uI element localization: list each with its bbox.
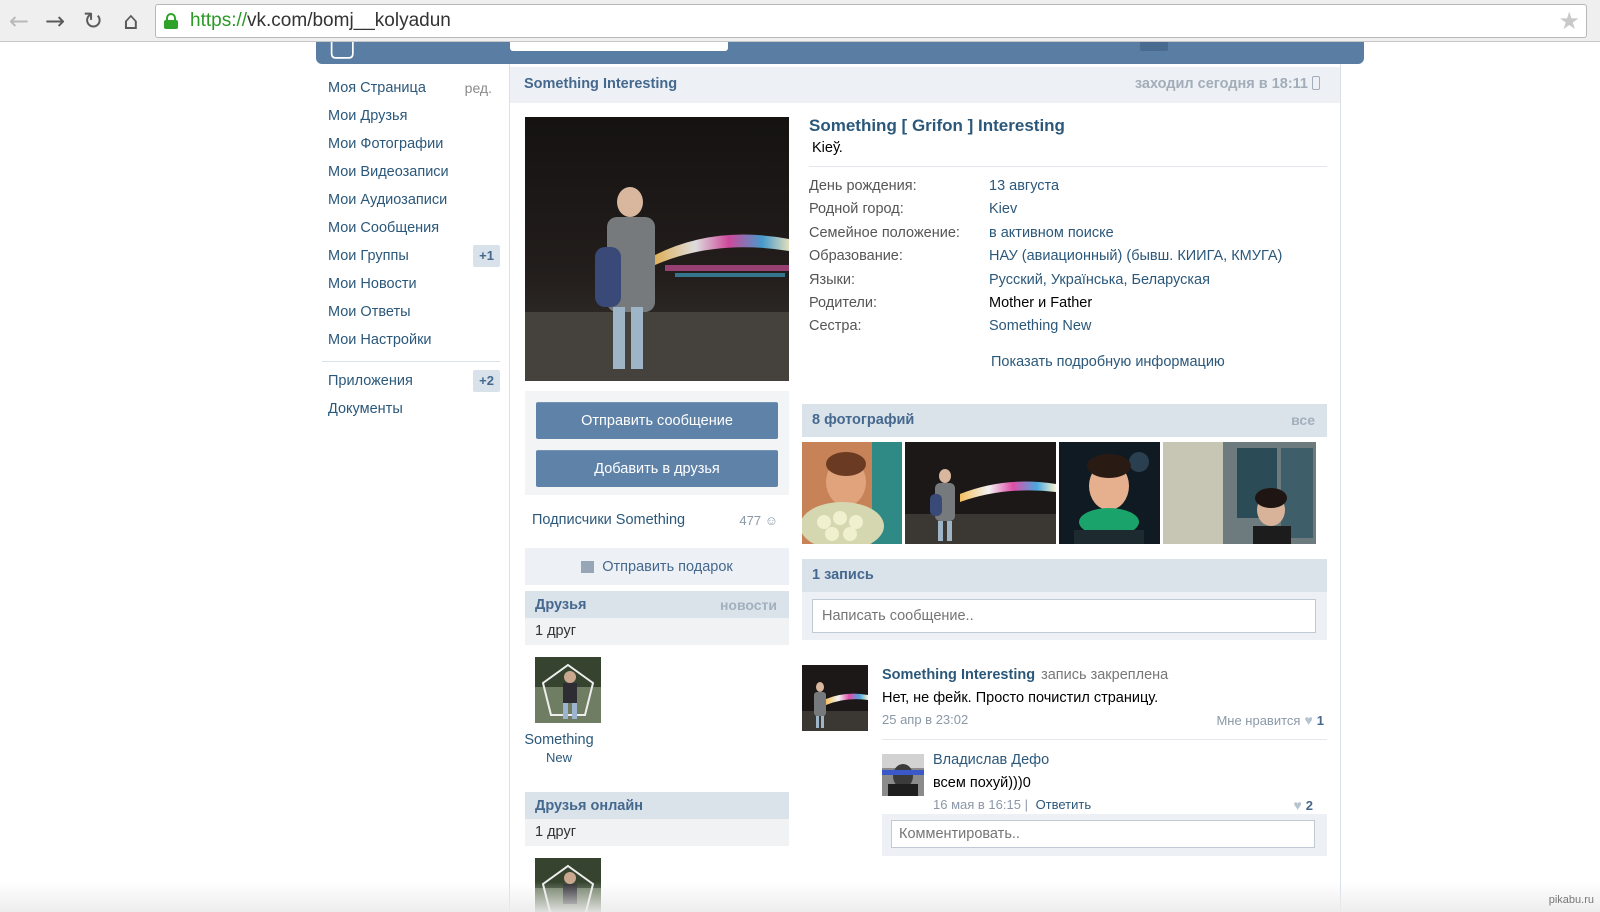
sidebar-item-apps[interactable]: Приложения +2 [316,367,506,395]
forward-arrow-icon[interactable]: → [40,6,70,36]
edit-link[interactable]: ред. [465,74,492,102]
home-icon[interactable]: ⌂ [116,6,146,36]
friends-news-link[interactable]: новости [720,597,777,613]
subscribers-count: 477 ☺ [739,513,778,528]
post-date[interactable]: 25 апр в 23:02 [882,712,968,727]
watermark: pikabu.ru [1548,894,1594,906]
vk-header-badge [1140,42,1168,51]
people-icon: ☺ [764,513,778,528]
languages-link[interactable]: Русский, Українська, Беларуская [989,272,1210,288]
add-friend-button[interactable]: Добавить в друзья [536,450,778,487]
sidebar-item-videos[interactable]: Мои Видеозаписи [316,158,506,186]
profile-avatar[interactable] [525,117,789,381]
sidebar-item-friends[interactable]: Мои Друзья [316,102,506,130]
left-menu: Моя Страница ред. Мои Друзья Мои Фотограф… [316,74,506,423]
profile-top-bar: Something Interesting заходил сегодня в … [510,67,1340,103]
gift-icon [581,560,595,573]
send-message-button[interactable]: Отправить сообщение [536,402,778,439]
relationship-link[interactable]: в активном поиске [989,225,1114,241]
friends-count-row: 1 друг [525,618,789,645]
photo-thumb[interactable] [1059,442,1160,544]
photo-thumb[interactable] [905,442,1056,544]
parents-value: Mother и Father [989,295,1093,311]
sister-link[interactable]: Something New [989,318,1091,334]
profile-status[interactable]: Kieў. [812,140,843,156]
hometown-link[interactable]: Kiev [989,201,1017,217]
reload-icon[interactable]: ↻ [78,6,108,36]
photo-thumb[interactable] [1163,442,1316,544]
friend-avatar[interactable] [535,657,601,723]
send-gift-button[interactable]: Отправить подарок [525,548,789,585]
sidebar-divider [322,361,500,362]
sidebar-item-groups[interactable]: Мои Группы +1 [316,242,506,270]
photos-header[interactable]: 8 фотографий все [802,404,1327,437]
wall-post-input[interactable] [812,599,1316,633]
comment-like-button[interactable]: ♥ 2 [1289,797,1313,813]
vk-logo[interactable]: ▢ [328,42,357,63]
wall-header[interactable]: 1 запись [802,559,1327,592]
back-arrow-icon[interactable]: ← [4,6,34,36]
subscribers-link[interactable]: Подписчики Something 477 ☺ [532,512,784,528]
comment-author[interactable]: Владислав Дефо [933,752,1049,768]
comment-input[interactable] [891,820,1315,848]
sidebar-item-documents[interactable]: Документы [316,395,506,423]
comment-meta: 16 мая в 16:15 | Ответить [933,797,1092,812]
sidebar-item-news[interactable]: Мои Новости [316,270,506,298]
browser-toolbar: ← → ↻ ⌂ https://vk.com/bomj__kolyadun ★ [0,0,1600,42]
lock-icon [164,13,178,29]
photos-all-link[interactable]: все [1291,412,1315,428]
sidebar-item-my-page[interactable]: Моя Страница ред. [316,74,506,102]
sidebar-item-audio[interactable]: Мои Аудиозаписи [316,186,506,214]
page-title: Something Interesting [524,76,678,92]
comment-text: всем похуй)))0 [933,775,1031,791]
friends-online-header[interactable]: Друзья онлайн [525,792,789,819]
post-like-count: 1 [1316,713,1324,728]
comment-author-avatar[interactable] [882,754,924,796]
post-pinned-label: запись закреплена [1041,667,1169,683]
info-divider [809,166,1327,167]
photo-thumb[interactable] [802,442,902,544]
friends-header[interactable]: Друзья новости [525,591,789,618]
wall-compose [802,592,1327,640]
mobile-icon [1312,76,1320,90]
friend-online-avatar[interactable] [535,858,601,912]
vk-search-input[interactable] [510,42,728,51]
comment-reply-link[interactable]: Ответить [1036,797,1092,812]
sidebar-item-messages[interactable]: Мои Сообщения [316,214,506,242]
url-text[interactable]: https://vk.com/bomj__kolyadun [190,10,451,32]
last-seen: заходил сегодня в 18:11 [1135,76,1320,92]
heart-icon: ♥ [1293,797,1302,813]
apps-badge: +2 [473,370,500,392]
comment-date[interactable]: 16 мая в 16:15 [933,797,1021,812]
heart-icon: ♥ [1304,712,1313,728]
birthday-link[interactable]: 13 августа [989,178,1059,194]
sidebar-item-answers[interactable]: Мои Ответы [316,298,506,326]
sidebar-item-settings[interactable]: Мои Настройки [316,326,506,354]
profile-main: Something Interesting заходил сегодня в … [509,64,1341,912]
friends-online-count-row: 1 друг [525,819,789,846]
star-icon[interactable]: ★ [1558,7,1580,36]
sidebar-item-photos[interactable]: Мои Фотографии [316,130,506,158]
post-text: Нет, не фейк. Просто почистил страницу. [882,690,1159,706]
show-more-info-link[interactable]: Показать подробную информацию [991,354,1225,370]
post-author[interactable]: Something Interesting запись закреплена [882,667,1168,683]
profile-full-name: Something [ Grifon ] Interesting [809,116,1065,135]
address-bar[interactable]: https://vk.com/bomj__kolyadun ★ [155,4,1587,38]
post-like-button[interactable]: Мне нравится ♥ 1 [1216,712,1324,728]
groups-badge: +1 [473,245,500,267]
action-panel: Отправить сообщение Добавить в друзья [525,391,789,495]
comment-compose [882,814,1327,856]
vk-header: ▢ [316,42,1364,64]
post-author-avatar[interactable] [802,665,868,731]
education-link[interactable]: НАУ (авиационный) (бывш. КИИГА, КМУГА) [989,248,1282,264]
friend-name[interactable]: Something New [509,732,609,766]
